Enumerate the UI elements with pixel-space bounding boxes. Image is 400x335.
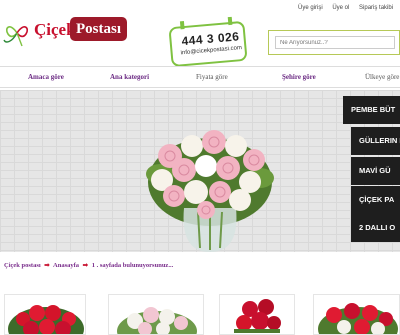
product-card[interactable]: [4, 294, 86, 335]
side-menu-pink-bouquet[interactable]: PEMBE BÜT: [343, 96, 400, 124]
nav-main-category[interactable]: Ana kategori: [110, 73, 149, 81]
main-nav: Amaca göre Ana kategori Fiyata göre Şehi…: [0, 66, 400, 88]
site-header: Çiçek Postası 444 3 026 info@cicekpostas…: [0, 0, 400, 68]
breadcrumb-home[interactable]: Çiçek postası: [4, 262, 41, 269]
product-image: [318, 303, 398, 334]
breadcrumb: Çiçek postası ➡ Anasayfa ➡ 1 . sayfada b…: [4, 261, 173, 269]
phone-card[interactable]: 444 3 026 info@cicekpostasi.com: [168, 16, 248, 68]
rose-bouquet-image: [146, 130, 274, 252]
side-menu-roses[interactable]: GÜLLERIN E: [351, 127, 400, 155]
hero-banner[interactable]: [0, 90, 400, 252]
nav-by-price[interactable]: Fiyata göre: [196, 73, 228, 81]
register-link[interactable]: Üye ol: [332, 5, 349, 11]
side-menu-two-stem-orchid[interactable]: 2 DALLI O: [351, 214, 400, 242]
product-card[interactable]: [108, 294, 204, 335]
card-pin-left: [179, 21, 185, 30]
order-tracking-link[interactable]: Sipariş takibi: [359, 5, 393, 11]
card-pin-right: [227, 16, 233, 26]
nav-by-city[interactable]: Şehire göre: [282, 73, 316, 81]
breadcrumb-anasayfa[interactable]: Anasayfa: [53, 262, 79, 269]
product-card[interactable]: [219, 294, 295, 335]
logo-text-box: Postası: [70, 17, 127, 41]
breadcrumb-arrow-icon: ➡: [44, 262, 50, 269]
search-input[interactable]: [275, 36, 395, 49]
nav-by-purpose[interactable]: Amaca göre: [28, 73, 64, 81]
top-links: Üye girişi Üye ol Sipariş takibi Be: [298, 5, 400, 11]
flower-logo-icon: [3, 26, 29, 47]
site-logo[interactable]: Çiçek Postası: [2, 12, 127, 52]
product-image: [234, 299, 281, 333]
login-link[interactable]: Üye girişi: [298, 5, 323, 11]
product-card[interactable]: [313, 294, 400, 335]
side-menu-blue-rose[interactable]: MAVİ GÜ: [351, 157, 400, 185]
search-box: [268, 30, 400, 55]
product-image: [117, 307, 197, 334]
breadcrumb-arrow-icon: ➡: [82, 262, 89, 269]
side-menu-flower-package[interactable]: ÇİÇEK PA: [351, 186, 400, 214]
breadcrumb-current: 1 . sayfada bulunuyorsunuz...: [91, 262, 174, 269]
nav-by-country[interactable]: Ülkeye göre: [365, 73, 399, 81]
product-image: [8, 305, 84, 334]
